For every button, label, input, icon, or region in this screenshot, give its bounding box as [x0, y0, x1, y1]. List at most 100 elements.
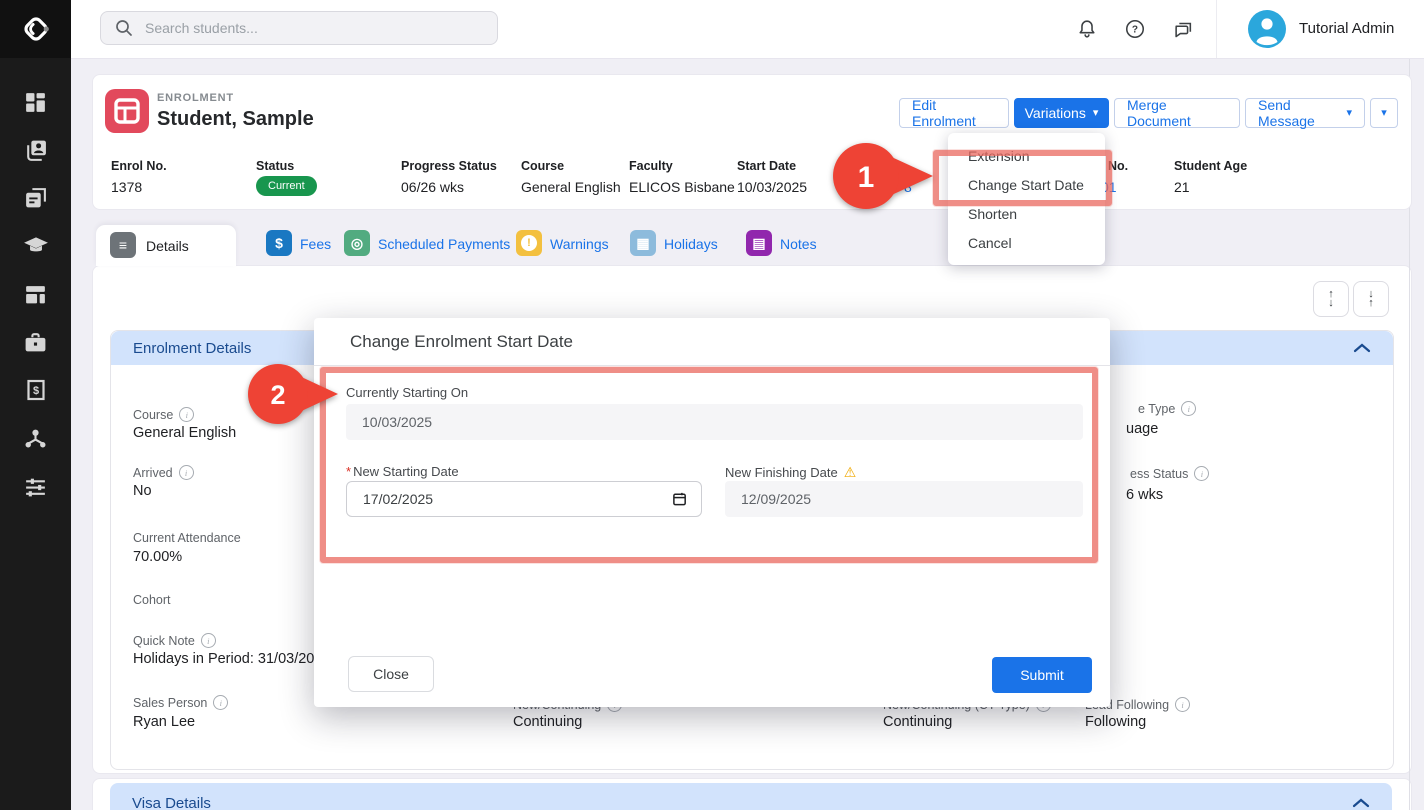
info-icon: i [1181, 401, 1196, 416]
enrolments-icon [23, 186, 48, 211]
topbar-divider [1216, 0, 1217, 58]
briefcase-icon [23, 330, 48, 355]
students-icon [23, 138, 48, 163]
enrol-no-value: 1378 [111, 179, 142, 195]
invoice-icon: $ [24, 378, 48, 402]
sidebar-item-enrolments[interactable] [0, 178, 71, 218]
enrol-no-label: Enrol No. [111, 159, 167, 173]
sidebar-item-marketing[interactable] [0, 418, 71, 458]
submit-button[interactable]: Submit [992, 657, 1092, 693]
start-date-value: 10/03/2025 [737, 179, 807, 195]
details-tab-icon: ≡ [110, 232, 136, 258]
user-name[interactable]: Tutorial Admin [1299, 20, 1394, 37]
sidebar-item-agents[interactable] [0, 322, 71, 362]
arrived-field-label: Arrivedi [133, 465, 194, 480]
chat-icon [1172, 18, 1194, 40]
app-logo[interactable] [0, 0, 71, 58]
course-label: Course [521, 159, 564, 173]
quick-note-field-value: Holidays in Period: 31/03/202 [133, 651, 322, 667]
close-button[interactable]: Close [348, 656, 434, 692]
sidebar-item-settings[interactable] [0, 466, 71, 506]
progress-wks-value-fragment: 6 wks [1126, 487, 1163, 503]
status-badge: Current [256, 176, 317, 196]
scheduled-payments-tab-icon: ◎ [344, 230, 370, 256]
arrow-down-icon: ↓ [1328, 299, 1334, 308]
start-date-label: Start Date [737, 159, 796, 173]
student-search[interactable] [100, 11, 498, 45]
edit-enrolment-button[interactable]: Edit Enrolment [899, 98, 1009, 128]
more-actions-button[interactable]: ▾ [1370, 98, 1398, 128]
tab-warnings[interactable]: Warnings [550, 236, 609, 252]
sidebar-item-dashboard[interactable] [0, 82, 71, 122]
entity-kicker: ENROLMENT [157, 92, 234, 104]
network-icon [23, 426, 48, 451]
warnings-tab-icon: ! [516, 230, 542, 256]
sidebar-item-classes[interactable] [0, 274, 71, 314]
cohort-field-label: Cohort [133, 593, 171, 607]
help-button[interactable]: ? [1123, 17, 1147, 41]
visa-details-header[interactable]: Visa Details [110, 783, 1392, 810]
sidebar-item-courses[interactable] [0, 226, 71, 266]
student-age-value: 21 [1174, 179, 1190, 195]
course-field-value: General English [133, 425, 236, 441]
notes-tab-icon: ▤ [746, 230, 772, 256]
info-icon: i [179, 407, 194, 422]
course-type-label-fragment: e Typei [1138, 401, 1196, 416]
chevron-down-icon: ▾ [1381, 108, 1387, 119]
info-icon: i [1175, 697, 1190, 712]
enrolment-header-card: ENROLMENT Student, Sample Edit Enrolment… [92, 74, 1412, 210]
svg-text:$: $ [32, 385, 38, 397]
enrolment-icon [105, 89, 149, 133]
info-icon: i [179, 465, 194, 480]
highlight-box-modal-fields [320, 367, 1098, 563]
chevron-up-icon[interactable] [1352, 798, 1370, 808]
sidebar-item-students[interactable] [0, 130, 71, 170]
faculty-value: ELICOS Bisbane [629, 179, 735, 195]
chevron-up-icon[interactable] [1353, 343, 1371, 353]
tab-notes[interactable]: Notes [780, 236, 817, 252]
annotation-step-1: 1 [858, 161, 875, 194]
progress-status-label-fragment: ess Statusi [1130, 466, 1209, 481]
panel-title: Enrolment Details [133, 340, 251, 357]
info-icon: i [1194, 466, 1209, 481]
notifications-button[interactable] [1075, 17, 1099, 41]
attendance-field-label: Current Attendance [133, 531, 241, 545]
progress-status-label: Progress Status [401, 159, 497, 173]
sidebar: $ [0, 0, 71, 810]
messages-button[interactable] [1171, 17, 1195, 41]
tab-fees[interactable]: Fees [300, 236, 331, 252]
info-icon: i [201, 633, 216, 648]
search-icon [115, 19, 133, 37]
collapse-all-button[interactable]: ↓ ↑ [1353, 281, 1389, 317]
modal-title: Change Enrolment Start Date [350, 332, 573, 352]
fees-tab-icon: $ [266, 230, 292, 256]
chevron-down-icon: ▾ [1346, 108, 1352, 119]
avatar[interactable] [1248, 10, 1286, 53]
tab-scheduled-payments[interactable]: Scheduled Payments [378, 236, 510, 252]
sidebar-item-finance[interactable]: $ [0, 370, 71, 410]
holidays-tab-icon: ▦ [630, 230, 656, 256]
tab-details-label[interactable]: Details [146, 238, 189, 254]
quick-note-field-label: Quick Notei [133, 633, 216, 648]
search-input[interactable] [143, 19, 467, 37]
app-screen: ↑ ↓ ↓ ↑ Enrolment Details Coursei Genera… [0, 0, 1424, 810]
expand-all-button[interactable]: ↑ ↓ [1313, 281, 1349, 317]
merge-document-button[interactable]: Merge Document [1114, 98, 1240, 128]
course-value: General English [521, 179, 621, 195]
tab-holidays[interactable]: Holidays [664, 236, 718, 252]
course-field-label: Coursei [133, 407, 194, 422]
bell-icon [1076, 18, 1098, 40]
progress-status-value: 06/26 wks [401, 179, 464, 195]
timetable-icon [23, 282, 48, 307]
graduation-cap-icon [23, 233, 49, 259]
sales-person-field-value: Ryan Lee [133, 714, 195, 730]
sliders-icon [23, 474, 48, 499]
send-message-button[interactable]: Send Message▾ [1245, 98, 1365, 128]
student-age-label: Student Age [1174, 159, 1247, 173]
visa-panel-title: Visa Details [132, 795, 211, 810]
attendance-field-value: 70.00% [133, 549, 182, 565]
language-value-fragment: uage [1126, 421, 1158, 437]
variations-button[interactable]: Variations▾ [1014, 98, 1109, 128]
menu-item-cancel[interactable]: Cancel [948, 228, 1105, 257]
info-icon: i [213, 695, 228, 710]
